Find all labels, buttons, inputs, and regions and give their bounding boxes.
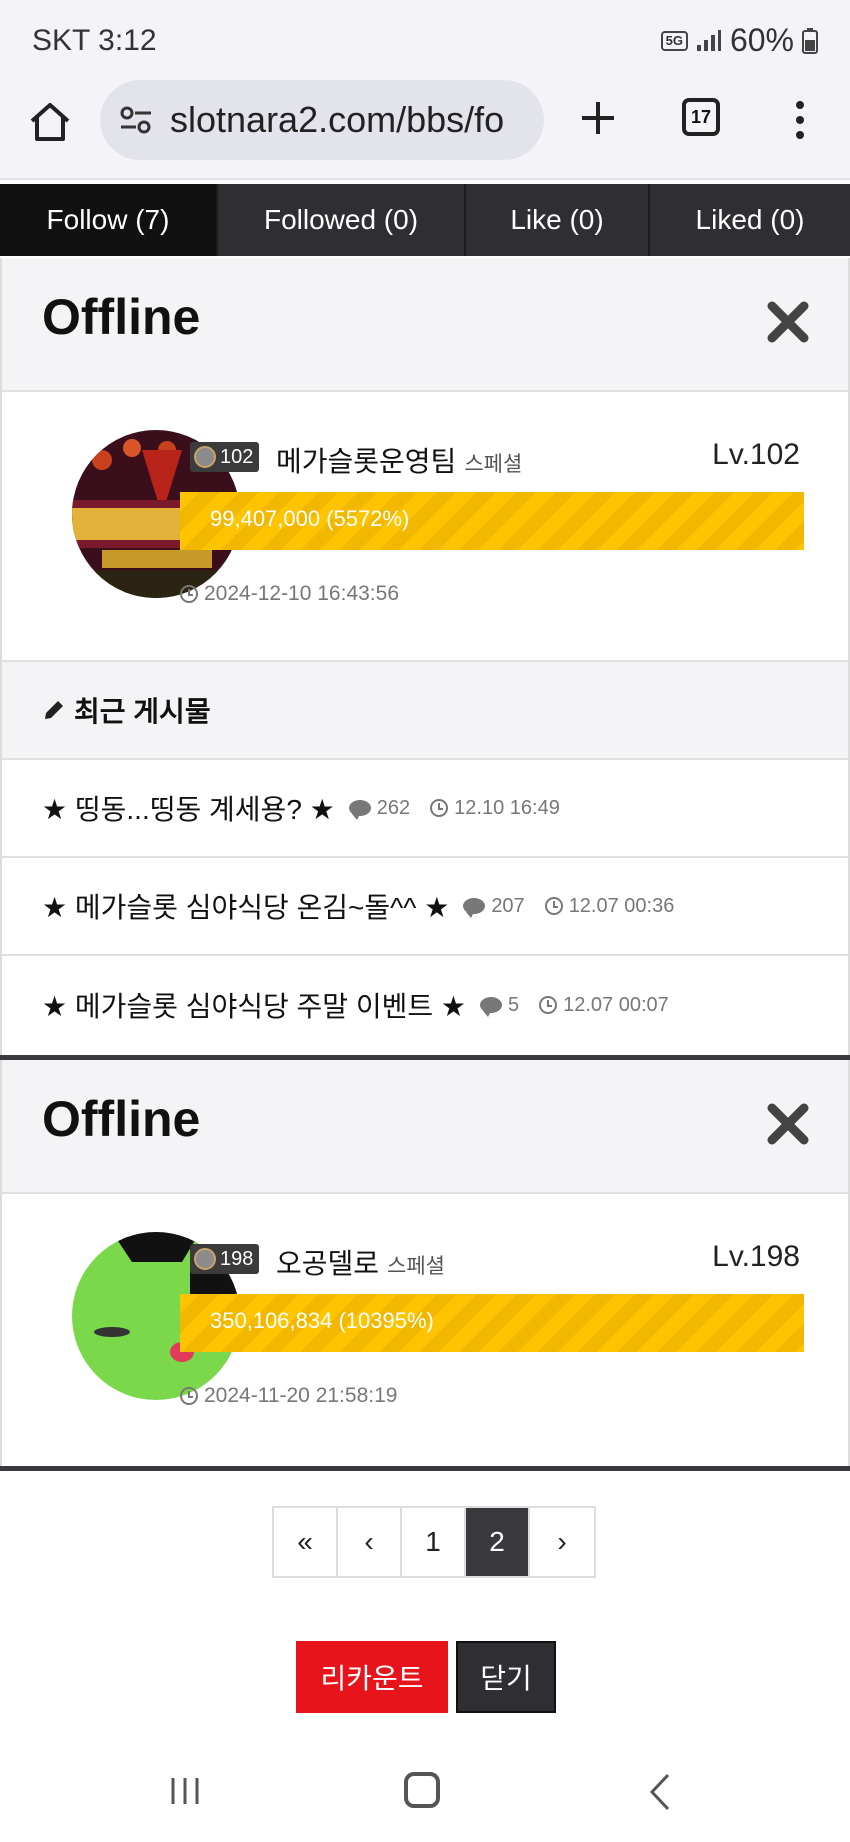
- post-meta: 5 12.07 00:07: [479, 993, 669, 1017]
- follow-tabs: Follow (7) Followed (0) Like (0) Liked (…: [0, 184, 850, 256]
- back-icon[interactable]: [648, 1772, 672, 1812]
- next-page-button[interactable]: ›: [530, 1508, 594, 1576]
- xp-text: 99,407,000 (5572%): [210, 506, 410, 531]
- profile-name-text: 오공델로: [276, 1248, 380, 1279]
- profile-name[interactable]: 메가슬롯운영팀 스페셜: [276, 440, 522, 480]
- online-status: Offline: [42, 289, 201, 345]
- address-bar[interactable]: slotnara2.com/bbs/fo: [100, 80, 544, 160]
- comment-count: 5: [507, 993, 520, 1016]
- profile-info: 102 메가슬롯운영팀 스페셜 Lv.102 99,407,000 (5572%)…: [2, 392, 848, 662]
- divider: [0, 1466, 850, 1471]
- profile-name-text: 메가슬롯운영팀: [276, 446, 457, 477]
- comment-icon: [463, 898, 486, 918]
- online-status: Offline: [42, 1091, 201, 1147]
- comment-icon: [479, 997, 502, 1017]
- last-seen-date: 2024-12-10 16:43:56: [204, 582, 399, 605]
- system-navbar: [0, 1752, 850, 1842]
- profile-name[interactable]: 오공델로 스페셜: [276, 1242, 445, 1282]
- last-seen: 2024-12-10 16:43:56: [180, 582, 399, 606]
- url-text: slotnara2.com/bbs/fo: [170, 99, 505, 140]
- rank-medal-icon: [194, 1248, 216, 1270]
- post-time: 12.10 16:49: [454, 796, 560, 819]
- xp-progress-bar: 99,407,000 (5572%): [180, 492, 804, 550]
- post-time: 12.07 00:36: [568, 894, 675, 917]
- post-title: ★ 메가슬롯 심야식당 온김~돌^^ ★: [42, 892, 450, 923]
- rank-medal-icon: [194, 446, 216, 468]
- profile-level: Lv.198: [712, 1240, 800, 1273]
- close-button[interactable]: 닫기: [456, 1641, 556, 1713]
- clock-icon: [539, 996, 558, 1014]
- comment-count: 262: [376, 796, 411, 819]
- clock-icon: [544, 897, 563, 915]
- signal-icon: [696, 29, 721, 51]
- comment-icon: [348, 800, 371, 820]
- post-meta: 207 12.07 00:36: [463, 895, 674, 918]
- prev-page-button[interactable]: ‹: [338, 1508, 402, 1576]
- page-button-1[interactable]: 1: [402, 1508, 466, 1576]
- role-label: 스페셜: [387, 1255, 446, 1278]
- post-title: ★ 띵동...띵동 계세용? ★: [42, 794, 335, 825]
- badge-level: 102: [220, 445, 254, 468]
- last-seen-date: 2024-11-20 21:58:19: [204, 1384, 398, 1407]
- network-type-icon: 5G: [660, 30, 688, 51]
- recent-apps-icon[interactable]: [168, 1774, 202, 1808]
- level-badge: 198: [190, 1244, 260, 1274]
- pagination: « ‹ 1 2 ›: [272, 1506, 596, 1578]
- profile-level: Lv.102: [712, 438, 800, 471]
- tab-switcher-icon[interactable]: 17: [682, 98, 720, 136]
- clock-icon: [180, 585, 198, 603]
- recent-posts-header: 최근 게시물: [2, 662, 848, 760]
- profile-card-header: Offline: [2, 1060, 848, 1194]
- site-settings-icon[interactable]: [118, 102, 154, 138]
- pencil-icon: [45, 701, 63, 719]
- role-label: 스페셜: [464, 453, 523, 476]
- list-item[interactable]: ★ 띵동...띵동 계세용? ★ 262 12.10 16:49: [2, 760, 848, 858]
- new-tab-icon[interactable]: [576, 96, 620, 140]
- clock-icon: [180, 1387, 198, 1405]
- recent-posts-label: 최근 게시물: [74, 696, 211, 727]
- profile-card: Offline 102 메가슬롯운영팀 스페셜 Lv.102 99,407,000…: [0, 258, 850, 1055]
- tab-follow[interactable]: Follow (7): [0, 184, 218, 256]
- badge-level: 198: [220, 1247, 254, 1270]
- close-icon[interactable]: [766, 1102, 810, 1146]
- comment-count: 207: [491, 894, 525, 917]
- tab-followed[interactable]: Followed (0): [218, 184, 466, 256]
- post-title: ★ 메가슬롯 심야식당 주말 이벤트 ★: [42, 991, 466, 1022]
- list-item[interactable]: ★ 메가슬롯 심야식당 온김~돌^^ ★ 207 12.07 00:36: [2, 858, 848, 956]
- profile-info: 198 오공델로 스페셜 Lv.198 350,106,834 (10395%) …: [2, 1194, 848, 1464]
- list-item[interactable]: ★ 메가슬롯 심야식당 주말 이벤트 ★ 5 12.07 00:07: [2, 956, 848, 1054]
- more-menu-icon[interactable]: [790, 98, 810, 142]
- browser-toolbar: slotnara2.com/bbs/fo 17: [0, 80, 850, 180]
- post-meta: 262 12.10 16:49: [348, 796, 560, 820]
- recount-button[interactable]: 리카운트: [296, 1641, 448, 1713]
- home-icon[interactable]: [28, 100, 72, 144]
- battery-icon: [802, 27, 818, 54]
- xp-text: 350,106,834 (10395%): [210, 1308, 434, 1333]
- home-nav-icon[interactable]: [404, 1772, 440, 1808]
- close-icon[interactable]: [766, 300, 810, 344]
- tab-like[interactable]: Like (0): [466, 184, 650, 256]
- first-page-button[interactable]: «: [274, 1508, 338, 1576]
- tab-liked[interactable]: Liked (0): [650, 184, 850, 256]
- level-badge: 102: [190, 442, 260, 472]
- profile-card-header: Offline: [2, 258, 848, 392]
- carrier-time: SKT 3:12: [32, 24, 157, 57]
- clock-icon: [430, 799, 449, 817]
- status-indicators: 5G 60%: [660, 22, 818, 59]
- post-time: 12.07 00:07: [563, 993, 669, 1016]
- last-seen: 2024-11-20 21:58:19: [180, 1384, 397, 1408]
- battery-percent: 60%: [729, 22, 794, 58]
- xp-progress-bar: 350,106,834 (10395%): [180, 1294, 804, 1352]
- status-bar: SKT 3:12 5G 60%: [0, 0, 850, 80]
- profile-card: Offline 198 오공델로 스페셜 Lv.198 350,106,834 (…: [0, 1060, 850, 1470]
- page-button-2[interactable]: 2: [466, 1508, 530, 1576]
